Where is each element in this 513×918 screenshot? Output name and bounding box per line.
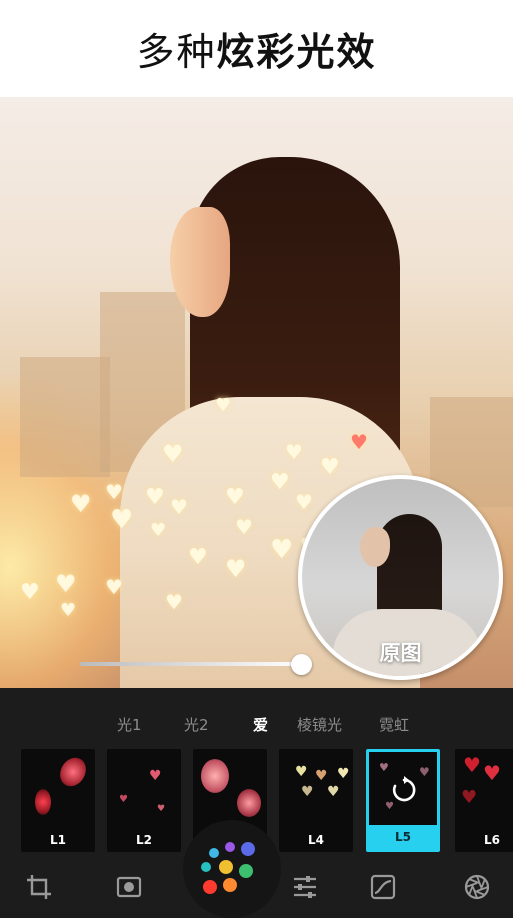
effect-thumb-label: L2 [136, 833, 152, 847]
adjust-photo-icon [116, 876, 142, 898]
promo-title: 多种炫彩光效 [136, 21, 376, 76]
aperture-tool-button[interactable] [462, 872, 492, 902]
effect-petal [201, 759, 229, 793]
bokeh-heart: ♥ [235, 515, 253, 539]
effect-mini-heart: ♥ [149, 768, 162, 784]
effect-mini-heart: ♥ [463, 753, 481, 777]
intensity-slider-track[interactable] [80, 662, 302, 666]
promo-header: 多种炫彩光效 [0, 0, 513, 97]
bokeh-heart: ♥ [215, 395, 232, 416]
bokeh-heart: ♥ [350, 430, 368, 454]
effect-thumb-l2[interactable]: ♥ ♥ ♥ L2 [107, 749, 181, 852]
effect-mini-heart: ♥ [337, 766, 350, 782]
bokeh-heart: ♥ [110, 505, 134, 535]
sliders-tool-button[interactable] [290, 872, 320, 902]
sliders-icon [294, 876, 316, 898]
curve-icon [370, 874, 396, 900]
palette-dot [209, 848, 219, 858]
bokeh-heart: ♥ [105, 575, 123, 599]
effect-mini-heart: ♥ [461, 787, 478, 808]
effect-mini-heart: ♥ [295, 764, 308, 780]
tab-neon[interactable]: 霓虹 [379, 714, 409, 735]
tab-prism-light[interactable]: 棱镜光 [297, 714, 342, 735]
original-subject-face [360, 527, 390, 567]
effect-petal [35, 789, 51, 815]
aperture-icon [464, 874, 490, 900]
original-preview[interactable]: 原图 [298, 475, 503, 680]
bokeh-heart: ♥ [150, 520, 167, 541]
effect-mini-heart: ♥ [315, 768, 328, 784]
tab-light-1[interactable]: 光1 [117, 714, 142, 735]
crop-icon [27, 875, 51, 899]
effect-mini-heart: ♥ [157, 804, 166, 814]
background-building [20, 357, 110, 477]
bokeh-heart: ♥ [145, 485, 165, 510]
adjust-photo-tool-button[interactable] [114, 872, 144, 902]
bokeh-heart: ♥ [55, 570, 77, 598]
bokeh-heart: ♥ [320, 455, 340, 480]
bokeh-heart: ♥ [285, 440, 303, 464]
effect-mini-heart: ♥ [119, 794, 128, 805]
effect-thumb-l4[interactable]: ♥ ♥ ♥ ♥ ♥ L4 [279, 749, 353, 852]
bokeh-heart: ♥ [295, 490, 313, 514]
promo-title-bold: 炫彩光效 [216, 30, 377, 74]
effect-mini-heart: ♥ [483, 761, 501, 785]
effect-mini-heart: ♥ [419, 765, 430, 779]
effect-thumb-l6[interactable]: ♥ ♥ ♥ L6 [455, 749, 513, 852]
bokeh-heart: ♥ [188, 545, 208, 570]
effect-mini-heart: ♥ [327, 784, 340, 800]
promo-title-light: 多种 [136, 30, 217, 74]
reset-icon[interactable] [390, 776, 418, 804]
bokeh-heart: ♥ [270, 470, 290, 495]
effect-mini-heart: ♥ [301, 784, 314, 800]
palette-dot [225, 842, 235, 852]
palette-dot [241, 842, 255, 856]
effect-mini-heart: ♥ [379, 761, 389, 774]
effect-thumb-label: L6 [484, 833, 500, 847]
bokeh-heart: ♥ [70, 490, 92, 518]
effect-thumb-l5[interactable]: ♥ ♥ ♥ L5 [366, 749, 440, 852]
bokeh-heart: ♥ [165, 590, 183, 614]
effect-petal [237, 789, 261, 817]
effect-petal [55, 753, 91, 791]
curve-tool-button[interactable] [368, 872, 398, 902]
bokeh-heart: ♥ [60, 600, 77, 621]
tab-light-2[interactable]: 光2 [184, 714, 209, 735]
tab-love[interactable]: 爱 [253, 714, 268, 735]
crop-tool-button[interactable] [24, 872, 54, 902]
effect-thumb-label: L1 [50, 833, 66, 847]
bokeh-heart: ♥ [225, 555, 247, 583]
effect-thumb-l1[interactable]: L1 [21, 749, 95, 852]
bokeh-heart: ♥ [162, 440, 184, 468]
bokeh-heart: ♥ [20, 580, 40, 605]
effect-thumb-label: L4 [308, 833, 324, 847]
bokeh-heart: ♥ [170, 495, 188, 519]
bokeh-heart: ♥ [225, 485, 245, 510]
bokeh-heart: ♥ [270, 535, 294, 565]
subject-face [170, 207, 230, 317]
original-label: 原图 [379, 641, 422, 665]
effect-category-tabs: 光1 光2 爱 棱镜光 霓虹 [0, 704, 513, 742]
bokeh-heart: ♥ [105, 480, 123, 504]
effect-thumb-label: L5 [369, 825, 437, 849]
bottom-toolbar [0, 862, 513, 912]
